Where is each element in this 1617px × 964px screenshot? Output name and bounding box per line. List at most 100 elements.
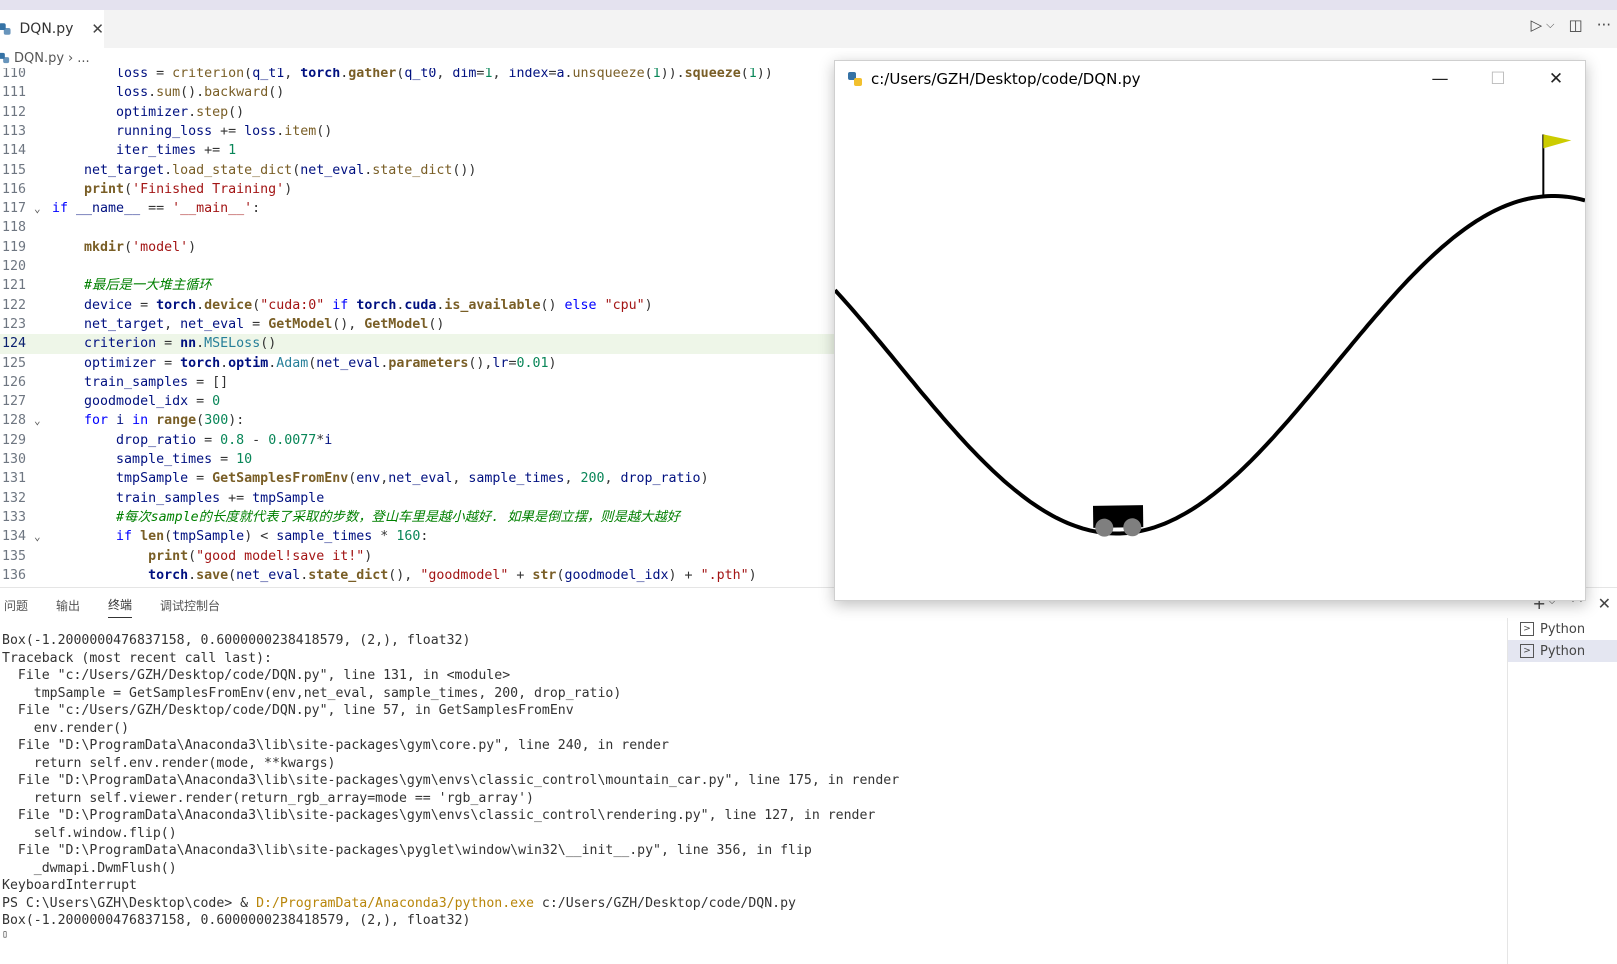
run-icon[interactable]: ▷ [1531,16,1543,34]
code-line[interactable]: 112 optimizer.step() [0,103,840,123]
terminal-line: File "D:\ProgramData\Anaconda3\lib\site-… [2,738,669,753]
code-line[interactable]: 119 mkdir('model') [0,238,840,258]
tab-label: DQN.py [19,21,74,37]
code-text: running_loss += loss.item() [116,123,333,139]
tab-terminal[interactable]: 终端 [108,592,133,618]
line-number: 119 [1,239,26,255]
code-line[interactable]: 135 print("good model!save it!") [0,547,840,567]
code-text: if __name__ == '__main__': [52,201,261,217]
tab-close-icon[interactable]: ✕ [91,20,104,38]
python-file-icon [0,23,11,35]
window-controls: — ☐ ✕ [1411,61,1585,97]
code-text: net_target.load_state_dict(net_eval.stat… [84,162,477,178]
more-actions-icon[interactable]: ··· [1597,16,1611,34]
terminal-prompt-line: PS C:\Users\GZH\Desktop\code> & D:/Progr… [2,895,796,911]
tab-debug-console[interactable]: 调试控制台 [160,593,220,618]
code-line[interactable]: 118 [0,218,840,238]
line-number: 117 [1,201,26,217]
code-line[interactable]: 131 tmpSample = GetSamplesFromEnv(env,ne… [0,469,840,489]
breadcrumb-separator: › [68,50,74,66]
code-line[interactable]: 111 loss.sum().backward() [0,83,840,103]
tab-output[interactable]: 输出 [56,593,80,618]
tab-problems[interactable]: 问题 [4,593,28,618]
terminal-item-active[interactable]: > Python [1508,640,1617,662]
code-text: optimizer = torch.optim.Adam(net_eval.pa… [84,355,557,371]
code-line[interactable]: 136 torch.save(net_eval.state_dict(), "g… [0,566,840,586]
code-line[interactable]: 110 loss = criterion(q_t1, torch.gather(… [0,68,840,84]
code-text: mkdir('model') [84,239,197,255]
mountain-car-canvas [835,134,1585,537]
line-number: 118 [1,220,26,236]
terminal-item[interactable]: > Python [1508,618,1617,640]
line-number: 128 [1,413,26,429]
breadcrumb-file[interactable]: DQN.py [14,51,64,66]
code-line[interactable]: 126 train_samples = [] [0,373,840,393]
pyglet-render-window[interactable]: c:/Users/GZH/Desktop/code/DQN.py — ☐ ✕ [834,60,1586,601]
terminal-line: tmpSample = GetSamplesFromEnv(env,net_ev… [2,685,622,701]
terminal-line: _dwmapi.DwmFlush() [2,860,177,876]
code-text: print("good model!save it!") [148,548,373,564]
line-number: 114 [1,143,26,159]
code-line[interactable]: 123 net_target, net_eval = GetModel(), G… [0,315,840,335]
fold-chevron-icon[interactable]: ⌄ [34,411,41,431]
code-line[interactable]: 125 optimizer = torch.optim.Adam(net_eva… [0,354,840,374]
close-panel-icon[interactable]: ✕ [1598,594,1611,613]
split-editor-icon[interactable]: ◫ [1569,16,1583,34]
code-line[interactable]: 114 iter_times += 1 [0,141,840,161]
editor-tab-dqn[interactable]: DQN.py ✕ [0,10,104,48]
terminal-line: return self.env.render(mode, **kwargs) [2,755,336,771]
breadcrumb-more[interactable]: ... [77,51,89,66]
code-line[interactable]: 113 running_loss += loss.item() [0,122,840,142]
code-text: print('Finished Training') [84,181,293,197]
code-text: sample_times = 10 [116,452,253,467]
fold-chevron-icon[interactable]: ⌄ [34,527,41,547]
terminal-line: Traceback (most recent call last): [2,650,272,666]
code-line[interactable]: 130 sample_times = 10 [0,450,840,470]
code-text: drop_ratio = 0.8 - 0.0077*i [116,432,333,448]
code-text: criterion = nn.MSELoss() [84,336,277,352]
code-line[interactable]: 122 device = torch.device("cuda:0" if to… [0,296,840,316]
mountain-track [835,194,1585,536]
line-number: 123 [1,316,26,332]
code-line[interactable]: 134 ⌄ if len(tmpSample) < sample_times * … [0,527,840,547]
code-line[interactable]: 116 print('Finished Training') [0,180,840,200]
code-line[interactable]: 133 #每次sample的长度就代表了采取的步数，登山车里是越小越好. 如果是… [0,508,840,528]
maximize-button[interactable]: ☐ [1469,61,1527,97]
code-line[interactable]: 127 goodmodel_idx = 0 [0,392,840,412]
code-line[interactable]: 115 net_target.load_state_dict(net_eval.… [0,161,840,181]
terminal-output[interactable]: Box(-1.2000000476837158, 0.6000000238418… [2,632,1457,940]
line-number: 127 [1,394,26,410]
bottom-panel: 问题 输出 终端 调试控制台 + ⌵ ^ ✕ Box(-1.2000000476… [0,587,1617,964]
line-number: 112 [1,104,26,120]
line-number: 129 [1,432,26,448]
line-number: 134 [1,529,26,545]
run-dropdown-icon[interactable]: ⌵ [1546,18,1554,32]
code-line[interactable]: 121 #最后是一大堆主循环 [0,276,840,296]
close-button[interactable]: ✕ [1527,61,1585,97]
fold-chevron-icon[interactable]: ⌄ [34,199,41,219]
code-text: loss.sum().backward() [116,85,285,101]
code-line[interactable]: 129 drop_ratio = 0.8 - 0.0077*i [0,431,840,451]
python-app-icon [848,72,862,86]
minimize-button[interactable]: — [1411,61,1469,97]
code-line[interactable]: 120 [0,257,840,277]
code-line[interactable]: 117 ⌄ if __name__ == '__main__': [0,199,840,219]
line-number: 125 [1,355,26,371]
line-number: 116 [1,181,26,197]
code-text: iter_times += 1 [116,143,237,159]
code-line[interactable]: 128 ⌄ for i in range(300): [0,411,840,431]
line-number: 121 [1,278,26,294]
goal-flag-icon [1542,134,1572,197]
terminal-line: self.window.flip() [2,825,177,841]
code-line[interactable]: 124 criterion = nn.MSELoss() [0,334,840,354]
line-number: 131 [1,471,26,487]
terminal-line: File "D:\ProgramData\Anaconda3\lib\site-… [2,843,812,858]
code-text: train_samples = [] [84,374,229,390]
terminal-list: > Python > Python [1507,618,1617,964]
line-number: 120 [1,259,26,274]
line-number: 126 [1,374,26,390]
line-number: 135 [1,548,26,564]
line-number: 110 [1,68,26,81]
code-text: device = torch.device("cuda:0" if torch.… [84,297,653,313]
code-line[interactable]: 132 train_samples += tmpSample [0,489,840,509]
